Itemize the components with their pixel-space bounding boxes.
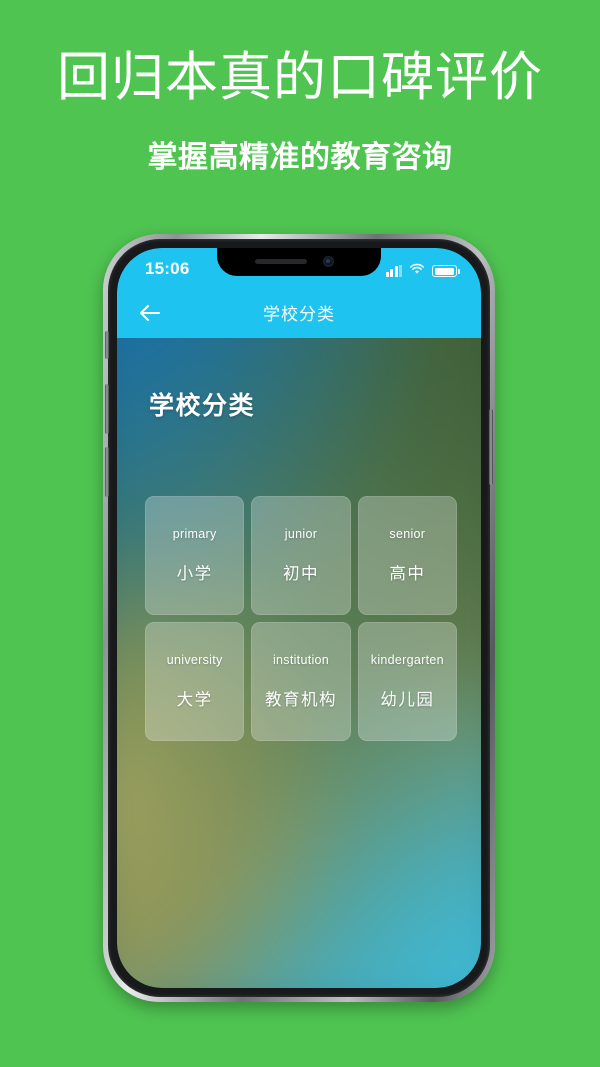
power-button[interactable] bbox=[489, 409, 493, 485]
phone-mockup: 15:06 学校分类 学校分类 primary 小学 junior 初中 sen… bbox=[103, 234, 495, 1002]
promo-headline: 回归本真的口碑评价 bbox=[57, 48, 543, 107]
status-bar-clock: 15:06 bbox=[145, 259, 190, 278]
battery-icon bbox=[432, 265, 460, 277]
category-card-cn-label: 高中 bbox=[389, 565, 426, 583]
category-card-en-label: kindergarten bbox=[370, 653, 444, 667]
phone-bezel: 15:06 学校分类 学校分类 primary 小学 junior 初中 sen… bbox=[117, 248, 481, 988]
phone-screen: 15:06 学校分类 学校分类 primary 小学 junior 初中 sen… bbox=[117, 248, 481, 988]
volume-up-button[interactable] bbox=[105, 384, 109, 434]
front-camera-icon bbox=[323, 256, 334, 267]
category-card-senior[interactable]: senior 高中 bbox=[357, 496, 457, 615]
nav-bar-title: 学校分类 bbox=[263, 305, 335, 324]
category-card-en-label: institution bbox=[272, 653, 330, 667]
category-card-cn-label: 幼儿园 bbox=[380, 691, 435, 709]
app-content: 学校分类 primary 小学 junior 初中 senior 高中 univ… bbox=[117, 338, 481, 988]
category-card-cn-label: 教育机构 bbox=[264, 691, 337, 709]
earpiece-speaker-icon bbox=[255, 259, 307, 264]
volume-down-button[interactable] bbox=[105, 447, 109, 497]
status-bar-icons bbox=[385, 262, 460, 280]
wifi-icon bbox=[409, 262, 425, 280]
category-card-en-label: junior bbox=[284, 527, 318, 541]
page-title: 学校分类 bbox=[149, 392, 256, 420]
category-card-en-label: senior bbox=[389, 527, 426, 541]
signal-bars-icon bbox=[385, 265, 402, 277]
promo-canvas: 回归本真的口碑评价 掌握高精准的教育咨询 15:06 学校分类 学校分类 pri… bbox=[0, 0, 600, 1067]
category-card-en-label: primary bbox=[172, 527, 217, 541]
category-card-cn-label: 小学 bbox=[176, 565, 213, 583]
phone-frame-body: 15:06 学校分类 学校分类 primary 小学 junior 初中 sen… bbox=[105, 239, 493, 997]
category-card-cn-label: 大学 bbox=[176, 691, 213, 709]
category-card-junior[interactable]: junior 初中 bbox=[251, 496, 351, 615]
category-card-primary[interactable]: primary 小学 bbox=[145, 496, 245, 615]
category-card-institution[interactable]: institution 教育机构 bbox=[251, 622, 351, 741]
app-nav-bar: 学校分类 bbox=[117, 292, 481, 338]
category-grid: primary 小学 junior 初中 senior 高中 universit… bbox=[145, 496, 457, 741]
category-card-en-label: university bbox=[166, 653, 223, 667]
category-card-university[interactable]: university 大学 bbox=[145, 622, 245, 741]
category-card-cn-label: 初中 bbox=[282, 565, 319, 583]
silent-switch-button[interactable] bbox=[105, 331, 109, 359]
category-card-kindergarten[interactable]: kindergarten 幼儿园 bbox=[357, 622, 457, 741]
phone-notch bbox=[217, 248, 381, 276]
promo-subheadline: 掌握高精准的教育咨询 bbox=[147, 141, 453, 174]
